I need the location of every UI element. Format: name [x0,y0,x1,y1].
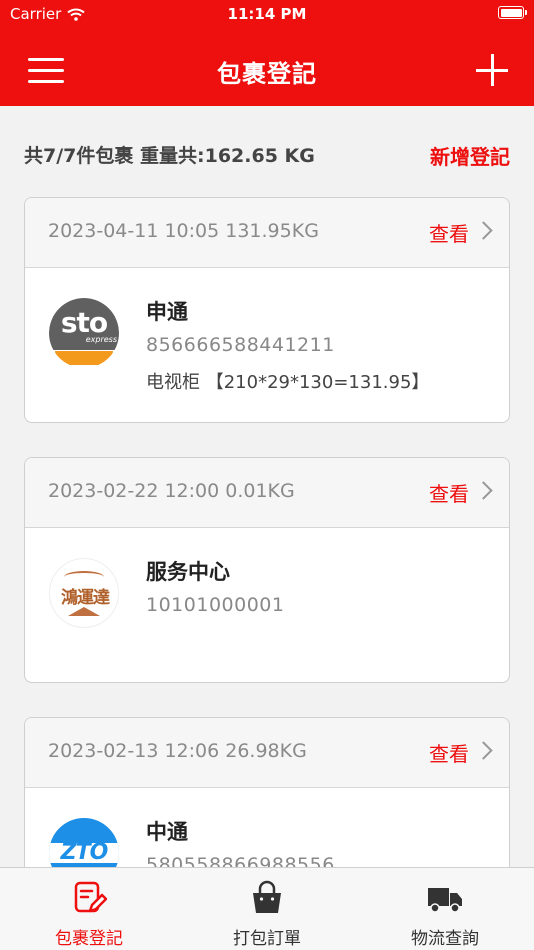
status-time: 11:14 PM [227,5,307,23]
view-button[interactable]: 查看 [429,218,469,247]
tab-bar: 包裹登記 打包訂單 物流查詢 [0,867,534,950]
service-center-logo-icon: 鴻運達 [49,558,119,628]
battery-icon [498,6,527,19]
package-card-header[interactable]: 2023-02-13 12:06 26.98KG 查看 [25,718,509,788]
package-meta: 2023-02-22 12:00 0.01KG [48,480,295,502]
sto-logo-icon: sto express [49,298,119,368]
package-card[interactable]: 2023-02-22 12:00 0.01KG 查看 鴻運達 服务中心 1010… [24,457,510,683]
tab-label: 物流查詢 [411,929,479,949]
package-card-body: sto express 申通 856666588441211 电视柜 【210*… [25,268,509,422]
courier-name: 服务中心 [146,560,230,584]
truck-icon [428,888,462,913]
shopping-bag-icon [253,880,281,913]
package-meta: 2023-04-11 10:05 131.95KG [48,220,319,242]
view-button[interactable]: 查看 [429,478,469,507]
package-meta: 2023-02-13 12:06 26.98KG [48,740,307,762]
tab-pack-orders[interactable]: 打包訂單 [178,868,356,950]
package-card[interactable]: 2023-04-11 10:05 131.95KG 查看 sto express… [24,197,510,423]
app-header: Carrier 11:14 PM 包裹登記 [0,0,534,106]
package-card-header[interactable]: 2023-04-11 10:05 131.95KG 查看 [25,198,509,268]
logo-text: ZTO [60,840,109,865]
package-description: 电视柜 【210*29*130=131.95】 [146,372,430,393]
logo-text: 鴻運達 [61,588,110,608]
edit-document-icon [74,881,107,913]
logo-subtext: express [85,335,117,344]
chevron-right-icon [474,221,493,240]
courier-name: 中通 [146,820,188,844]
package-summary: 共7/7件包裹 重量共:162.65 KG [24,145,315,167]
tracking-number: 10101000001 [146,594,285,616]
package-card-header[interactable]: 2023-02-22 12:00 0.01KG 查看 [25,458,509,528]
status-bar: Carrier 11:14 PM [0,0,534,30]
chevron-right-icon [474,481,493,500]
courier-name: 申通 [146,300,188,324]
tracking-number: 856666588441211 [146,334,335,356]
page-title: 包裹登記 [217,60,317,88]
new-registration-button[interactable]: 新增登記 [430,141,510,170]
package-card-body: 鴻運達 服务中心 10101000001 [25,528,509,682]
chevron-right-icon [474,741,493,760]
tab-label: 打包訂單 [233,929,301,949]
tab-logistics-query[interactable]: 物流查詢 [356,868,534,950]
tab-package-registration[interactable]: 包裹登記 [0,868,178,950]
view-button[interactable]: 查看 [429,738,469,767]
tab-label: 包裹登記 [55,929,123,949]
add-icon[interactable] [476,54,508,86]
